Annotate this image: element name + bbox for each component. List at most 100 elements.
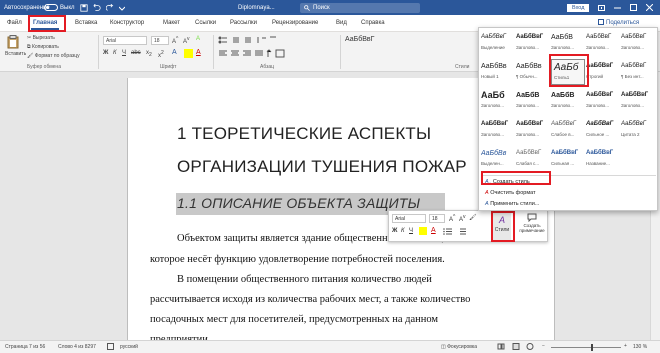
- tab-design[interactable]: Конструктор: [108, 17, 146, 30]
- mini-shrink-font-icon[interactable]: Av: [459, 214, 466, 223]
- superscript-icon[interactable]: x2: [158, 50, 164, 59]
- font-name-value: Arial: [106, 38, 117, 44]
- style-cell[interactable]: АаБбВв ¶ Обычн...: [516, 59, 550, 85]
- zoom-in-button[interactable]: +: [624, 343, 627, 349]
- alignment-icons[interactable]: [218, 49, 288, 60]
- mini-font-box[interactable]: Arial: [392, 214, 426, 223]
- underline-icon[interactable]: Ч: [122, 50, 126, 56]
- word-counter[interactable]: Слово 4 из 8297: [58, 344, 96, 350]
- strikethrough-icon[interactable]: abc: [131, 50, 141, 56]
- style-cell[interactable]: АаБбВвГ Цитата 2: [621, 117, 655, 143]
- scissors-icon: ✂: [27, 35, 32, 41]
- quick-access-more-icon[interactable]: [119, 0, 125, 15]
- web-layout-icon[interactable]: [526, 343, 534, 352]
- tab-help[interactable]: Справка: [359, 17, 387, 30]
- style-cell[interactable]: АаБбВвГ Заголово...: [516, 30, 550, 56]
- paste-button[interactable]: Вставить: [5, 35, 26, 61]
- style-cell[interactable]: АаБбВвГ Сильная ...: [551, 146, 585, 172]
- format-painter-button[interactable]: 🖌 Формат по образцу: [27, 53, 80, 59]
- style-cell[interactable]: АаБбВвГ Строгий: [586, 59, 620, 85]
- style-cell[interactable]: АаБбВ Заголово...: [551, 88, 585, 114]
- tab-layout[interactable]: Макет: [161, 17, 182, 30]
- page-counter[interactable]: Страница 7 из 56: [5, 344, 45, 350]
- ribbon-style-preview[interactable]: АаБбВвГ: [345, 36, 374, 43]
- mini-bold-icon[interactable]: Ж: [392, 228, 397, 234]
- search-icon: [304, 4, 310, 11]
- font-color-icon[interactable]: A: [196, 49, 201, 56]
- save-icon[interactable]: [80, 0, 88, 15]
- proofing-icon[interactable]: [107, 343, 114, 352]
- shrink-font-icon[interactable]: Av: [183, 36, 190, 45]
- style-cell[interactable]: АаБбВвГ Заголово...: [516, 117, 550, 143]
- mini-italic-icon[interactable]: К: [401, 228, 405, 234]
- mini-numbering-icon[interactable]: [457, 228, 467, 237]
- style-cell[interactable]: АаБбВвГ Заголово...: [586, 88, 620, 114]
- mini-grow-font-icon[interactable]: A^: [449, 214, 455, 223]
- status-bar: Страница 7 из 56 Слово 4 из 8297 русский…: [0, 340, 660, 353]
- print-layout-icon[interactable]: [512, 343, 520, 352]
- share-label: Поделиться: [606, 20, 640, 26]
- clear-format-item[interactable]: A Очистить формат: [485, 188, 536, 199]
- mini-highlight-icon[interactable]: [419, 227, 427, 235]
- style-cell[interactable]: АаБбВвГ Выделение: [481, 30, 515, 56]
- font-size-box[interactable]: 18: [151, 36, 169, 45]
- style-cell[interactable]: АаБбВв Выделен...: [481, 146, 515, 172]
- bold-icon[interactable]: Ж: [103, 50, 108, 56]
- zoom-out-button[interactable]: −: [542, 343, 545, 349]
- style-cell[interactable]: АаБбВвГ ¶ Без инт...: [621, 59, 655, 85]
- mini-format-painter-icon[interactable]: 🖌: [469, 214, 477, 221]
- grow-font-icon[interactable]: A^: [172, 36, 178, 45]
- maximize-icon[interactable]: [630, 0, 637, 15]
- new-comment-button[interactable]: Создать примечание: [517, 213, 547, 241]
- mini-bullets-icon[interactable]: [443, 228, 453, 237]
- style-cell[interactable]: АаБбВвГ Сильное ...: [586, 117, 620, 143]
- italic-icon[interactable]: К: [113, 50, 117, 56]
- tab-mailings[interactable]: Рассылки: [228, 17, 259, 30]
- redo-icon[interactable]: [106, 0, 114, 15]
- style-cell[interactable]: АаБбВвГ Заголово...: [621, 30, 655, 56]
- signin-label: Вход: [567, 3, 590, 12]
- read-mode-icon[interactable]: [497, 343, 505, 352]
- zoom-slider[interactable]: [551, 344, 621, 351]
- tab-insert[interactable]: Вставка: [73, 17, 99, 30]
- minimize-icon[interactable]: [614, 0, 621, 15]
- text-effects-icon[interactable]: A: [172, 49, 177, 56]
- close-icon[interactable]: [646, 0, 653, 15]
- tab-file[interactable]: Файл: [5, 17, 24, 30]
- search-box[interactable]: Поиск: [300, 0, 420, 15]
- language-label[interactable]: русский: [120, 344, 138, 350]
- apply-styles-item[interactable]: A Применить стили...: [485, 199, 539, 210]
- cut-button[interactable]: ✂ Вырезать: [27, 35, 55, 41]
- ribbon-display-icon[interactable]: [598, 0, 605, 15]
- font-name-box[interactable]: Arial: [103, 36, 147, 45]
- style-cell[interactable]: АаБбВв Новый 1: [481, 59, 515, 85]
- bullets-icon[interactable]: [218, 36, 278, 46]
- style-cell[interactable]: АаБбВвГ Слабая с...: [516, 146, 550, 172]
- mini-size-box[interactable]: 18: [429, 214, 445, 223]
- tab-view[interactable]: Вид: [334, 17, 349, 30]
- style-cell[interactable]: АаБбВвГ Заголово...: [481, 117, 515, 143]
- copy-button[interactable]: ⧉ Копировать: [27, 44, 59, 50]
- zoom-level[interactable]: 130 %: [633, 344, 647, 350]
- signin-button[interactable]: Вход: [567, 0, 590, 15]
- style-cell[interactable]: АаБб Заголово...: [481, 88, 515, 114]
- style-cell[interactable]: АаБбВвГ Заголово...: [621, 88, 655, 114]
- undo-icon[interactable]: [93, 0, 101, 15]
- subscript-icon[interactable]: x2: [146, 50, 152, 58]
- mini-underline-icon[interactable]: Ч: [409, 228, 413, 234]
- mini-font-color-icon[interactable]: A: [431, 227, 436, 234]
- zoom-slider-thumb[interactable]: [591, 344, 593, 351]
- highlight-color-icon[interactable]: [184, 49, 193, 58]
- autosave-toggle[interactable]: Выкл: [44, 0, 75, 15]
- clear-formatting-icon[interactable]: A: [196, 36, 200, 42]
- style-cell[interactable]: АаБбВ Заголово...: [516, 88, 550, 114]
- brush-icon: 🖌: [27, 53, 34, 59]
- style-cell[interactable]: АаБбВвГ Название...: [586, 146, 620, 172]
- style-cell[interactable]: АаБбВ Заголово...: [551, 30, 585, 56]
- tab-review[interactable]: Рецензирование: [270, 17, 320, 30]
- tab-references[interactable]: Ссылки: [193, 17, 218, 30]
- style-cell[interactable]: АаБбВвГ Заголово...: [586, 30, 620, 56]
- focus-mode-button[interactable]: ◫ Фокусировка: [441, 344, 477, 350]
- style-cell[interactable]: АаБбВвГ Слабое в...: [551, 117, 585, 143]
- search-placeholder: Поиск: [313, 4, 330, 11]
